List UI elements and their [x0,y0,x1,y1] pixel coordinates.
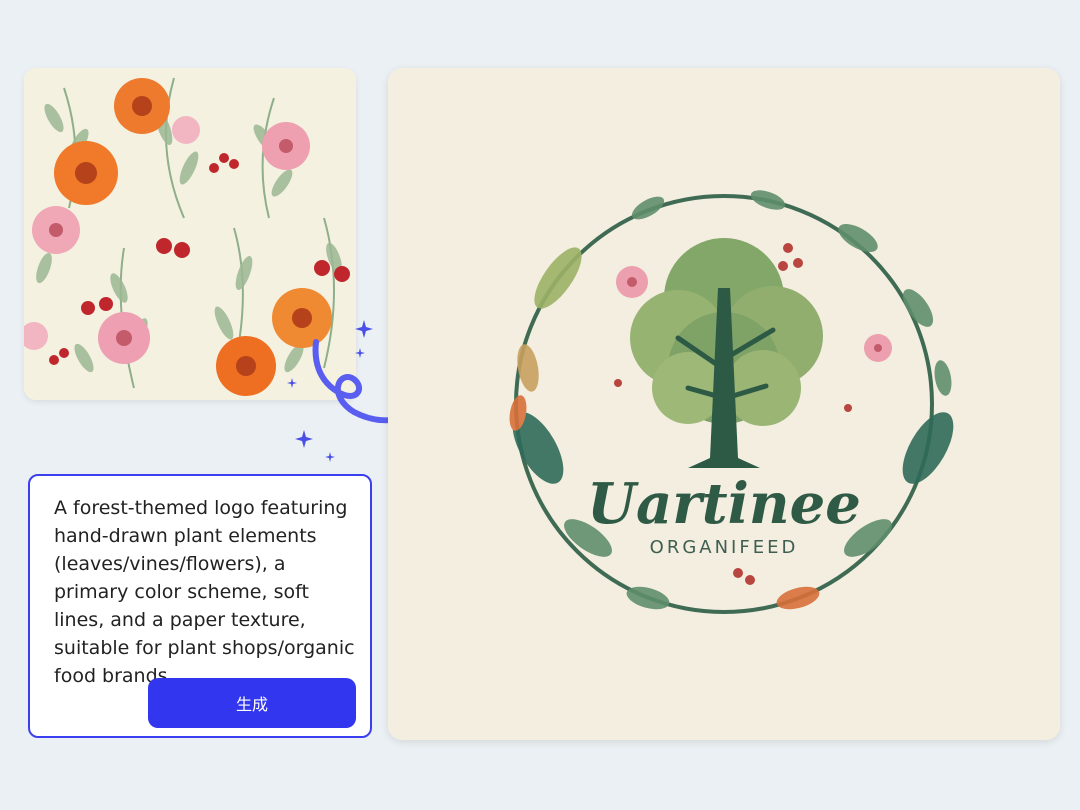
logo-subtitle: ORGANIFEED [650,537,799,558]
prompt-text[interactable]: A forest-themed logo featuring hand-draw… [54,494,364,690]
generate-button[interactable]: 生成 [148,678,356,728]
logo-title: Uartinee [587,471,861,537]
watercolor-tree-logo-icon: Uartinee ORGANIFEED [388,68,1060,740]
prompt-panel: A forest-themed logo featuring hand-draw… [28,474,372,738]
generated-logo-image[interactable]: Uartinee ORGANIFEED [388,68,1060,740]
